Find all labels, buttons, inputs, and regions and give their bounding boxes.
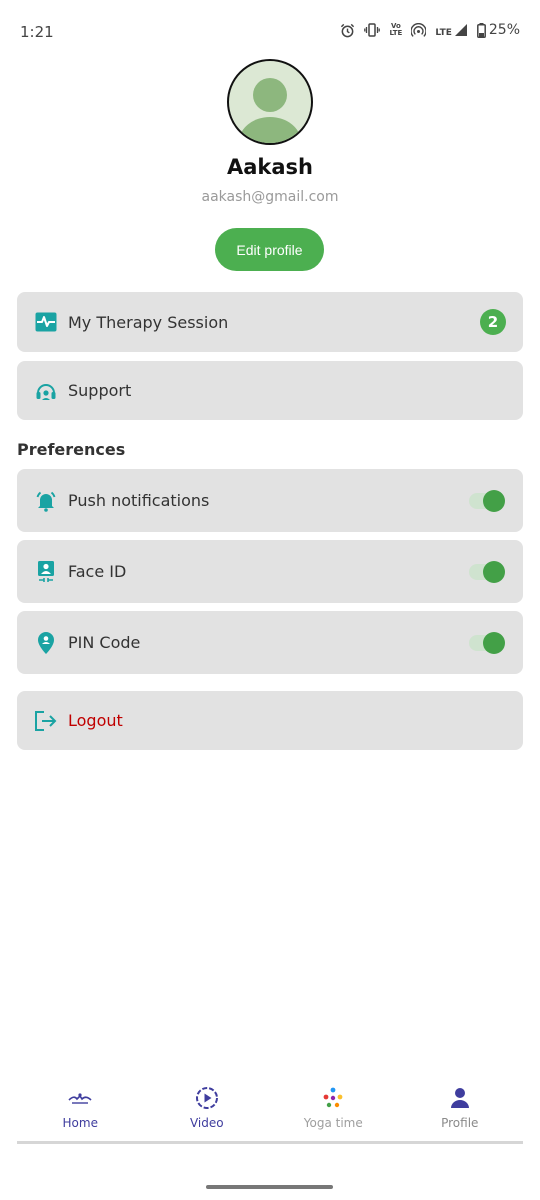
pref-item-pin-code[interactable]: PIN Code [17,611,523,674]
avatar-body [239,117,301,143]
battery-icon [476,22,486,38]
bell-icon [34,489,58,513]
menu-item-support[interactable]: Support [17,361,523,420]
pref-item-face-id[interactable]: Face ID [17,540,523,603]
pref-item-push-notifications[interactable]: Push notifications [17,469,523,532]
logout-button[interactable]: Logout [17,691,523,750]
hotspot-icon [411,22,427,38]
vibrate-icon [364,23,381,37]
therapy-session-label: My Therapy Session [68,312,229,332]
status-bar: 1:21 Vo LTE LTE 25% [0,0,540,64]
avatar[interactable] [227,59,313,145]
toggle-knob [483,560,505,583]
edit-profile-button[interactable]: Edit profile [215,228,324,271]
face-id-label: Face ID [68,562,127,581]
logout-label: Logout [68,711,123,730]
pin-code-label: PIN Code [68,633,141,652]
toggle-knob [483,489,505,512]
nav-profile[interactable]: Profile [397,1078,524,1141]
menu-item-therapy-session[interactable]: My Therapy Session 2 [17,292,523,352]
profile-icon [449,1086,471,1110]
video-icon [195,1086,219,1110]
therapy-count-badge: 2 [480,309,506,335]
avatar-head [253,78,287,112]
battery-percent: 25% [488,22,520,38]
toggle-knob [483,631,505,654]
nav-home-label: Home [62,1116,98,1130]
nav-video[interactable]: Video [144,1078,271,1141]
home-indicator[interactable] [206,1185,333,1189]
support-icon [34,379,58,403]
user-email: aakash@gmail.com [201,189,339,205]
nav-video-label: Video [189,1116,224,1130]
support-label: Support [68,381,132,400]
push-notifications-toggle[interactable] [469,489,505,512]
user-name: Aakash [226,155,313,179]
face-id-toggle[interactable] [469,560,505,583]
logout-icon [34,709,58,733]
pulse-icon [34,310,58,334]
volte-bottom-text: LTE [389,29,403,37]
push-notifications-label: Push notifications [68,491,210,510]
nav-yoga-time[interactable]: Yoga time [270,1078,397,1141]
nav-profile-label: Profile [441,1116,479,1130]
pin-icon [34,631,58,655]
preferences-title: Preferences [17,440,126,459]
pin-code-toggle[interactable] [469,631,505,654]
nav-home[interactable]: Home [17,1078,144,1141]
volte-icon: Vo LTE [389,23,402,37]
status-time: 1:21 [20,23,54,41]
face-id-icon [34,560,58,584]
yoga-icon [321,1086,345,1110]
status-icons: Vo LTE LTE 25% [340,22,520,38]
lte-signal-icon: LTE [435,23,468,38]
home-icon [68,1086,92,1110]
bottom-nav: Home Video Yoga time Profile [17,1078,523,1144]
alarm-icon [340,23,355,38]
nav-yoga-time-label: Yoga time [303,1116,363,1130]
network-type-text: LTE [435,28,452,38]
